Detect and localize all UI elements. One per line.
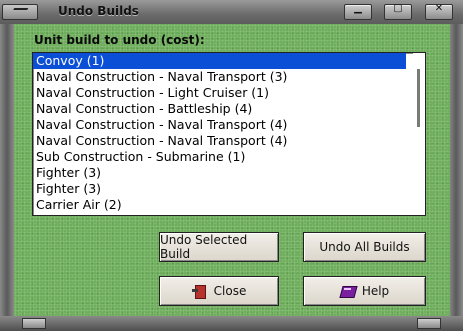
resize-grip-left[interactable] bbox=[22, 318, 46, 329]
exit-door-icon bbox=[191, 284, 208, 299]
close-label: Close bbox=[213, 284, 247, 298]
list-item[interactable]: Fighter (3) bbox=[33, 181, 425, 197]
unit-build-list[interactable]: Convoy (1) Naval Construction - Naval Tr… bbox=[32, 52, 426, 216]
list-item[interactable]: Fighter (3) bbox=[33, 165, 425, 181]
bottom-border bbox=[0, 316, 463, 331]
close-button[interactable]: Close bbox=[159, 276, 279, 306]
list-scrollbar[interactable] bbox=[413, 53, 425, 215]
list-item[interactable]: Naval Construction - Battleship (4) bbox=[33, 101, 425, 117]
help-label: Help bbox=[361, 284, 390, 298]
list-item[interactable]: Naval Construction - Naval Transport (4) bbox=[33, 117, 425, 133]
undo-selected-build-label: Undo Selected Build bbox=[160, 233, 248, 261]
right-border bbox=[449, 24, 463, 324]
minimize-icon: ▁ bbox=[354, 3, 362, 14]
resize-grip-right[interactable] bbox=[417, 318, 441, 329]
undo-all-builds-label: Undo All Builds bbox=[319, 240, 410, 254]
close-icon: ✕ bbox=[434, 3, 444, 14]
left-border bbox=[0, 24, 14, 324]
list-item[interactable]: Naval Construction - Naval Transport (3) bbox=[33, 69, 425, 85]
maximize-icon: ▢ bbox=[393, 3, 403, 14]
help-button[interactable]: Help bbox=[303, 276, 426, 306]
undo-all-builds-button[interactable]: Undo All Builds bbox=[303, 232, 426, 262]
undo-selected-build-button[interactable]: Undo Selected Build bbox=[159, 232, 279, 262]
maximize-button[interactable]: ▢ bbox=[384, 3, 412, 20]
help-book-icon bbox=[340, 284, 356, 298]
list-item[interactable]: Convoy (1) bbox=[33, 53, 406, 69]
list-prompt-label: Unit build to undo (cost): bbox=[34, 33, 205, 47]
window-menu-icon[interactable] bbox=[2, 4, 38, 20]
scrollbar-thumb[interactable] bbox=[417, 69, 420, 127]
minimize-button[interactable]: ▁ bbox=[344, 3, 372, 20]
list-item[interactable]: Carrier Air (2) bbox=[33, 197, 425, 213]
window-title: Undo Builds bbox=[58, 4, 139, 18]
title-bar[interactable]: Undo Builds ▁ ▢ ✕ bbox=[0, 0, 463, 25]
list-item[interactable]: Naval Construction - Naval Transport (4) bbox=[33, 133, 425, 149]
list-item[interactable]: Naval Construction - Light Cruiser (1) bbox=[33, 85, 425, 101]
list-item[interactable]: Sub Construction - Submarine (1) bbox=[33, 149, 425, 165]
close-window-button[interactable]: ✕ bbox=[425, 3, 453, 20]
